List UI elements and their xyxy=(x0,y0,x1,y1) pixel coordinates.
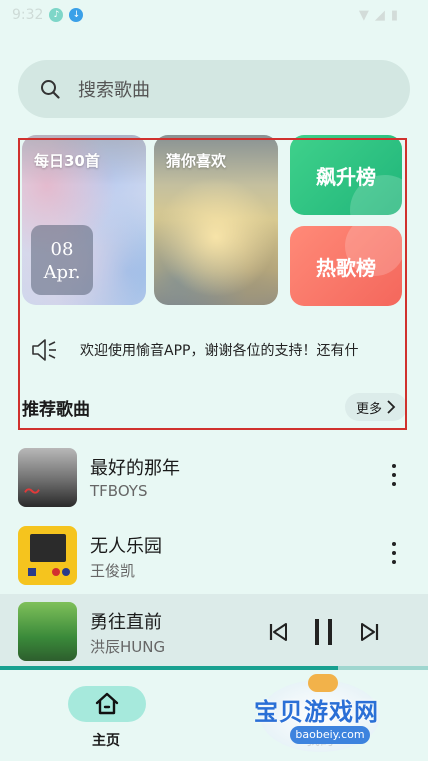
app-notification-icon: ♪ xyxy=(49,8,64,22)
more-options-icon[interactable] xyxy=(388,542,400,570)
more-label: 更多 xyxy=(355,401,382,417)
cover-art: ～ xyxy=(24,482,40,501)
song-artist: 王俊凯 xyxy=(90,562,136,580)
playback-progress[interactable] xyxy=(0,666,428,670)
more-button[interactable]: 更多 xyxy=(345,393,407,421)
cover-art xyxy=(30,534,66,562)
status-bar: 9:32 ♪ ↓ ▼ ◢ ▮ xyxy=(0,0,428,30)
date-badge: 08 Apr. xyxy=(31,225,93,295)
now-playing-title: 勇往直前 xyxy=(90,612,162,633)
announcement-text: 欢迎使用愉音APP，谢谢各位的支持！还有什 xyxy=(80,343,359,359)
cover-art-button xyxy=(52,568,60,576)
nav-home-label: 主页 xyxy=(92,733,120,749)
chevron-right-icon xyxy=(387,400,396,414)
guess-you-like-card[interactable]: 猜你喜欢 xyxy=(154,135,278,305)
gamepad-icon xyxy=(308,674,338,692)
guess-you-like-label: 猜你喜欢 xyxy=(166,152,227,170)
now-playing-song: 勇往直前 洪辰HUNG xyxy=(18,602,410,662)
album-cover xyxy=(18,602,77,661)
nav-home-button[interactable] xyxy=(68,686,146,722)
watermark-url: baobeiy.com xyxy=(290,726,370,744)
playback-progress-fill xyxy=(0,666,339,670)
download-icon: ↓ xyxy=(69,8,84,22)
cover-art-button xyxy=(62,568,70,576)
search-bar[interactable]: 搜索歌曲 xyxy=(18,60,410,118)
status-time: 9:32 xyxy=(12,7,44,23)
previous-icon[interactable] xyxy=(268,620,290,644)
date-day: 08 xyxy=(50,239,74,260)
song-list-item[interactable]: ～ 最好的那年 TFBOYS xyxy=(18,448,410,508)
song-title: 最好的那年 xyxy=(90,458,180,479)
soaring-chart-label: 飙升榜 xyxy=(316,165,376,189)
now-playing-artist: 洪辰HUNG xyxy=(90,638,166,656)
home-icon xyxy=(95,692,119,715)
search-icon xyxy=(41,80,60,99)
battery-icon: ▮ xyxy=(390,8,398,23)
date-month: Apr. xyxy=(43,262,81,283)
wifi-icon: ▼ xyxy=(358,8,369,23)
status-indicators: ▼ ◢ ▮ xyxy=(359,8,398,23)
song-list-item[interactable]: 无人乐园 王俊凯 xyxy=(18,526,410,586)
site-watermark: 宝贝游戏网 baobeiy.com xyxy=(250,672,400,756)
album-cover: ～ xyxy=(18,448,77,507)
more-options-icon[interactable] xyxy=(388,464,400,492)
next-icon[interactable] xyxy=(358,620,380,644)
album-cover xyxy=(18,526,77,585)
speaker-icon xyxy=(32,339,56,361)
soaring-chart-card[interactable]: 飙升榜 xyxy=(290,135,402,215)
hot-songs-label: 热歌榜 xyxy=(316,256,376,280)
hot-songs-card[interactable]: 热歌榜 xyxy=(290,226,402,306)
daily-30-label: 每日30首 xyxy=(34,152,100,170)
pause-icon[interactable] xyxy=(312,616,336,648)
search-placeholder: 搜索歌曲 xyxy=(78,80,150,101)
announcement-bar: 欢迎使用愉音APP，谢谢各位的支持！还有什 xyxy=(22,322,408,378)
watermark-text: 宝贝游戏网 xyxy=(254,698,379,726)
daily-30-card[interactable]: 每日30首 08 Apr. xyxy=(22,135,146,305)
song-artist: TFBOYS xyxy=(90,482,148,500)
song-title: 无人乐园 xyxy=(90,536,162,557)
cover-art-pad xyxy=(28,568,36,576)
signal-icon: ◢ xyxy=(374,8,385,23)
recommended-songs-title: 推荐歌曲 xyxy=(22,400,90,420)
